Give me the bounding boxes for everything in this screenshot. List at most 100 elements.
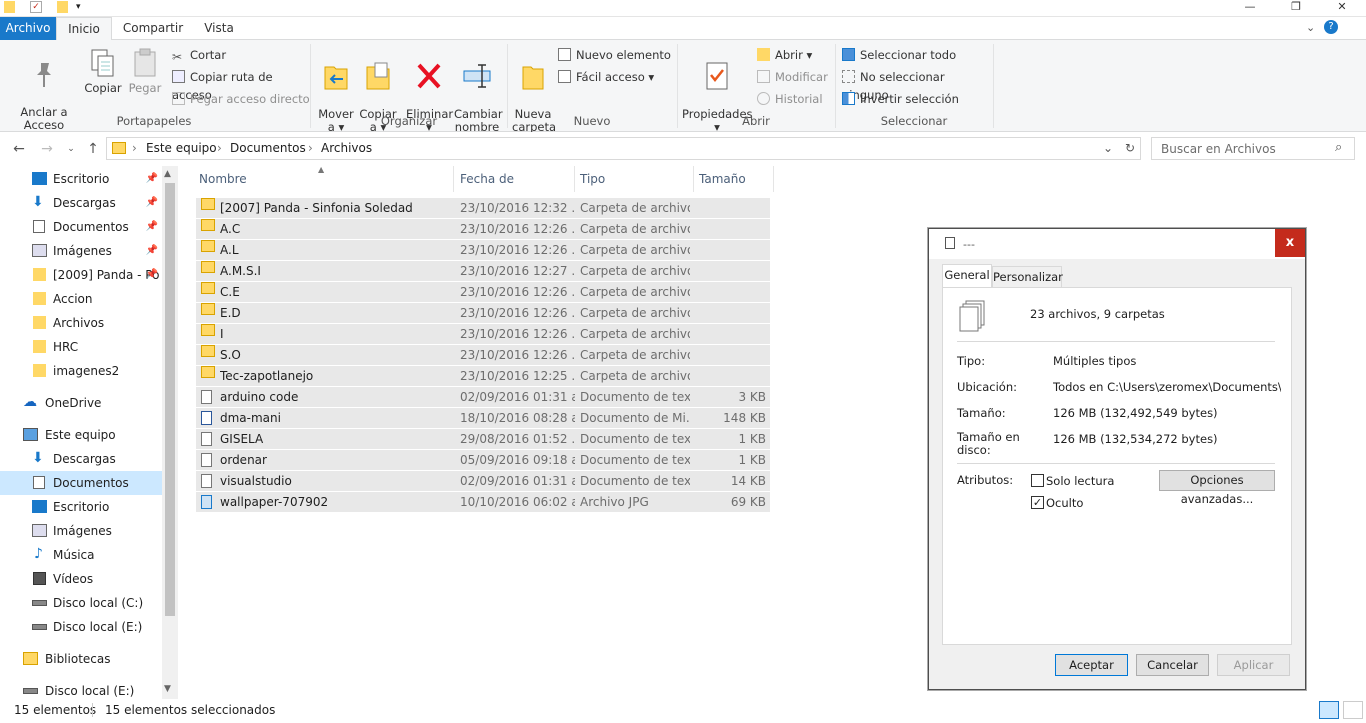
- invert-selection-button[interactable]: Invertir selección: [842, 90, 992, 108]
- customize-quick-access-icon[interactable]: ▾: [76, 1, 88, 13]
- nav-item-imagenes[interactable]: Imágenes: [0, 519, 162, 543]
- paste-shortcut-button[interactable]: Pegar acceso directo: [172, 90, 312, 108]
- select-none-button[interactable]: No seleccionar ninguno: [842, 68, 992, 102]
- tab-archivo[interactable]: Archivo: [0, 17, 56, 40]
- easy-access-button[interactable]: Fácil acceso ▾: [558, 68, 678, 86]
- chevron-down-icon[interactable]: ⌄: [1103, 138, 1113, 159]
- table-row[interactable]: E.D 23/10/2016 12:26 ... Carpeta de archiv…: [196, 303, 770, 324]
- nav-item-onedrive[interactable]: ☁ OneDrive: [0, 391, 162, 415]
- nav-item-documentos-pinned[interactable]: Documentos 📌: [0, 215, 162, 239]
- scroll-down-icon[interactable]: ▼: [164, 684, 171, 694]
- details-view-icon[interactable]: [1319, 701, 1339, 719]
- nav-item-musica[interactable]: ♪ Música: [0, 543, 162, 567]
- nav-item-descargas[interactable]: ⬇ Descargas: [0, 447, 162, 471]
- copy-path-button[interactable]: Copiar ruta de acceso: [172, 68, 312, 102]
- table-row[interactable]: S.O 23/10/2016 12:26 ... Carpeta de archiv…: [196, 345, 770, 366]
- table-row[interactable]: GISELA 29/08/2016 01:52 ... Documento de t…: [196, 429, 770, 450]
- recent-chevron-icon[interactable]: ⌄: [62, 140, 80, 158]
- copy-button[interactable]: Copiar: [84, 48, 122, 95]
- pin-quick-access-button[interactable]: Anclar a Acceso rápido: [6, 48, 82, 145]
- open-button[interactable]: Abrir ▾: [757, 46, 832, 64]
- dialog-close-button[interactable]: x: [1275, 229, 1305, 257]
- back-arrow-icon[interactable]: ←: [10, 140, 28, 158]
- maximize-button[interactable]: ❐: [1273, 0, 1319, 17]
- nav-item-imagenes-pinned[interactable]: Imágenes 📌: [0, 239, 162, 263]
- table-row[interactable]: arduino code 02/09/2016 01:31 a... Documen…: [196, 387, 770, 408]
- scroll-thumb[interactable]: [165, 183, 175, 616]
- nav-scrollbar[interactable]: ▲ ▼: [162, 166, 178, 699]
- address-field[interactable]: › Este equipo › Documentos › Archivos ⌄ …: [106, 137, 1141, 160]
- tab-inicio[interactable]: Inicio: [56, 17, 112, 41]
- nav-item-videos[interactable]: Vídeos: [0, 567, 162, 591]
- new-item-button[interactable]: Nuevo elemento ▾: [558, 46, 678, 80]
- tab-vista[interactable]: Vista: [194, 17, 244, 40]
- table-row[interactable]: Tec-zapotlanejo 23/10/2016 12:25 ... Carpe…: [196, 366, 770, 387]
- nav-item-imagenes2[interactable]: imagenes2: [0, 359, 162, 383]
- chevron-down-icon[interactable]: ⌄: [1306, 21, 1315, 34]
- text-file-icon: [201, 474, 212, 488]
- tab-compartir[interactable]: Compartir: [114, 17, 192, 40]
- file-name: C.E: [220, 285, 240, 299]
- close-window-button[interactable]: ✕: [1319, 0, 1365, 17]
- nav-item-este-equipo[interactable]: Este equipo: [0, 423, 162, 447]
- file-name: I: [220, 327, 224, 341]
- up-arrow-icon[interactable]: ↑: [84, 140, 102, 158]
- read-only-checkbox[interactable]: [1031, 474, 1044, 487]
- file-date: 23/10/2016 12:26 ...: [460, 327, 575, 341]
- tab-personalizar[interactable]: Personalizar: [992, 266, 1063, 288]
- refresh-icon[interactable]: ↻: [1125, 138, 1135, 159]
- nav-item-disco-c[interactable]: Disco local (C:): [0, 591, 162, 615]
- column-header-name[interactable]: Nombre: [194, 166, 454, 192]
- apply-button[interactable]: Aplicar: [1217, 654, 1290, 676]
- search-input[interactable]: Buscar en Archivos ⌕: [1151, 137, 1355, 160]
- table-row[interactable]: I 23/10/2016 12:26 ... Carpeta de archivos: [196, 324, 770, 345]
- minimize-button[interactable]: —: [1227, 0, 1273, 17]
- cancel-button[interactable]: Cancelar: [1136, 654, 1209, 676]
- select-all-button[interactable]: Seleccionar todo: [842, 46, 992, 64]
- breadcrumb-archivos[interactable]: Archivos: [321, 138, 372, 159]
- nav-item-archivos[interactable]: Archivos: [0, 311, 162, 335]
- nav-item-hrc[interactable]: HRC: [0, 335, 162, 359]
- paste-button[interactable]: Pegar: [126, 48, 164, 95]
- nav-item-escritorio[interactable]: Escritorio: [0, 495, 162, 519]
- table-row[interactable]: [2007] Panda - Sinfonia Soledad 23/10/201…: [196, 198, 770, 219]
- properties-quick-icon[interactable]: ✓: [30, 1, 42, 13]
- nav-item-descargas-pinned[interactable]: ⬇ Descargas 📌: [0, 191, 162, 215]
- large-icons-view-icon[interactable]: [1343, 701, 1363, 719]
- nav-item-panda-pinned[interactable]: [2009] Panda - Po 📌: [0, 263, 162, 287]
- nav-item-escritorio-pinned[interactable]: Escritorio 📌: [0, 167, 162, 191]
- column-header-size[interactable]: Tamaño: [694, 166, 774, 192]
- column-header-date[interactable]: Fecha de modifica...: [455, 166, 575, 212]
- file-type: Documento de tex...: [580, 432, 690, 446]
- history-icon: [757, 92, 770, 105]
- hidden-checkbox[interactable]: ✓: [1031, 496, 1044, 509]
- file-type: Archivo JPG: [580, 495, 649, 509]
- table-row[interactable]: A.M.S.I 23/10/2016 12:27 ... Carpeta de ar…: [196, 261, 770, 282]
- scroll-up-icon[interactable]: ▲: [164, 169, 171, 179]
- table-row[interactable]: A.L 23/10/2016 12:26 ... Carpeta de archiv…: [196, 240, 770, 261]
- table-row[interactable]: A.C 23/10/2016 12:26 ... Carpeta de archiv…: [196, 219, 770, 240]
- table-row[interactable]: wallpaper-707902 10/10/2016 06:02 a... Arc…: [196, 492, 770, 513]
- ok-button[interactable]: Aceptar: [1055, 654, 1128, 676]
- breadcrumb-este-equipo[interactable]: Este equipo: [146, 138, 217, 159]
- edit-button[interactable]: Modificar: [757, 68, 832, 86]
- table-row[interactable]: C.E 23/10/2016 12:26 ... Carpeta de archiv…: [196, 282, 770, 303]
- nav-item-documentos[interactable]: Documentos: [0, 471, 162, 495]
- search-icon[interactable]: ⌕: [1335, 140, 1342, 155]
- forward-arrow-icon[interactable]: →: [38, 140, 56, 158]
- breadcrumb-documentos[interactable]: Documentos: [230, 138, 306, 159]
- nav-item-disco-e[interactable]: Disco local (E:): [0, 615, 162, 639]
- tab-general[interactable]: General: [942, 264, 992, 288]
- nav-item-bibliotecas[interactable]: Bibliotecas: [0, 647, 162, 671]
- column-header-type[interactable]: Tipo: [575, 166, 694, 192]
- help-icon[interactable]: ?: [1324, 20, 1338, 34]
- table-row[interactable]: ordenar 05/09/2016 09:18 a... Documento de…: [196, 450, 770, 471]
- cut-button[interactable]: ✂ Cortar: [172, 46, 312, 64]
- advanced-options-button[interactable]: Opciones avanzadas...: [1159, 470, 1275, 506]
- nav-item-accion[interactable]: Accion: [0, 287, 162, 311]
- table-row[interactable]: dma-mani 18/10/2016 08:28 a... Documento d…: [196, 408, 770, 429]
- new-folder-quick-icon[interactable]: [57, 1, 68, 13]
- table-row[interactable]: visualstudio 02/09/2016 01:31 a... Documen…: [196, 471, 770, 492]
- file-name: S.O: [220, 348, 241, 362]
- history-button[interactable]: Historial: [757, 90, 832, 108]
